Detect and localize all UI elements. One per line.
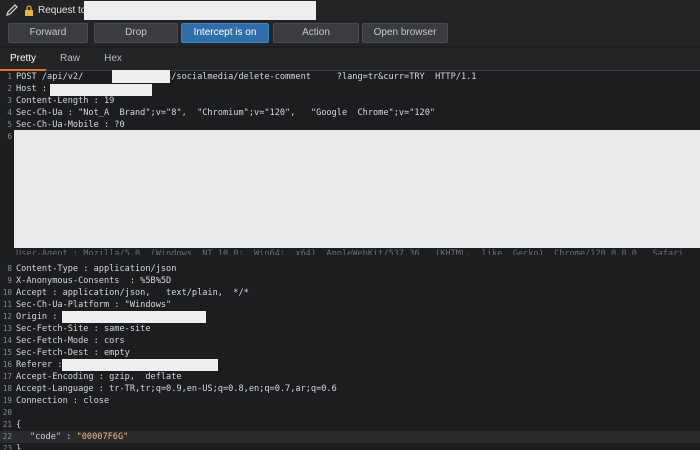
redacted-host (84, 1, 316, 20)
drop-button[interactable]: Drop (94, 23, 178, 43)
json-separator: : (61, 432, 77, 442)
code-line: 9 X-Anonymous-Consents : %5B%5D (7, 276, 172, 286)
code-line: 20 (2, 408, 12, 417)
user-agent-fragment: User-Agent : Mozilla/5.0 (Windows NT 10.… (16, 249, 684, 255)
tab-pretty[interactable]: Pretty (0, 48, 46, 71)
code-line: 10 Accept : application/json, text/plain,… (2, 288, 249, 298)
view-tabs: Pretty Raw Hex (0, 48, 700, 71)
redacted-origin (62, 311, 206, 323)
open-browser-button[interactable]: Open browser (362, 23, 448, 43)
code-line: 18 Accept-Language : tr-TR,tr;q=0.9,en-US… (2, 384, 337, 394)
code-line: 17 Accept-Encoding : gzip, deflate (2, 372, 182, 382)
intercept-toggle-button[interactable]: Intercept is on (181, 23, 269, 43)
code-line-json: 22 "code" : "00007F6G" (0, 431, 700, 443)
request-title: Request to (38, 4, 87, 16)
request-editor[interactable]: 1 POST /api/v2/ gys/socialmedia/delete-co… (0, 71, 700, 450)
intercept-toolbar: Forward Drop Intercept is on Action Open… (0, 21, 700, 46)
code-line: 14 Sec-Fetch-Mode : cors (2, 336, 125, 346)
tab-hex[interactable]: Hex (94, 48, 132, 69)
redacted-headers-block (14, 130, 700, 248)
pencil-icon[interactable] (5, 3, 19, 17)
redacted-referer (62, 359, 218, 371)
code-line: 15 Sec-Fetch-Dest : empty (2, 348, 130, 358)
code-line: 3 Content-Length : 19 (7, 96, 115, 106)
lock-icon (24, 4, 34, 16)
redacted-host-value (50, 84, 152, 96)
code-line: 19 Connection : close (2, 396, 110, 406)
json-value: "00007F6G" (76, 432, 129, 442)
code-line: 11 Sec-Ch-Ua-Platform : "Windows" (2, 300, 172, 310)
tab-raw[interactable]: Raw (50, 48, 90, 69)
forward-button[interactable]: Forward (8, 23, 88, 43)
code-line: 8 Content-Type : application/json (7, 264, 177, 274)
code-line: 1 POST /api/v2/ gys/socialmedia/delete-co… (7, 72, 477, 82)
code-line: 4 Sec-Ch-Ua : "Not_A Brand";v="8", "Chrom… (7, 108, 436, 118)
redacted-path (112, 70, 170, 83)
code-line: 23} (2, 444, 22, 450)
action-button[interactable]: Action (273, 23, 359, 43)
code-line: 13 Sec-Fetch-Site : same-site (2, 324, 151, 334)
json-key: "code" (30, 432, 62, 442)
code-line: 21{ (2, 420, 22, 430)
